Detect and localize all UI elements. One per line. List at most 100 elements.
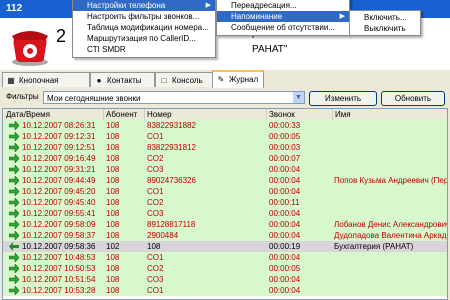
table-row[interactable]: 10.12.2007 10:48:53 108 CO1 00:00:04 <box>3 252 447 263</box>
cell-duration: 00:00:11 <box>269 198 300 207</box>
cell-duration: 00:00:03 <box>269 143 301 152</box>
tab-keypad-console[interactable]: ▦ Кнопочная консоль <box>2 72 90 100</box>
chevron-down-icon[interactable]: ▼ <box>293 92 304 103</box>
cell-number: 2900484 <box>147 231 179 240</box>
column-name[interactable]: Имя <box>333 109 447 120</box>
cell-number: CO2 <box>147 198 164 207</box>
table-row[interactable]: 10.12.2007 09:16:49 108 CO2 00:00:07 <box>3 153 447 164</box>
column-datetime[interactable]: Дата/Время <box>3 109 104 120</box>
outgoing-call-icon <box>9 286 19 295</box>
cell-duration: 00:00:04 <box>269 220 301 229</box>
table-row[interactable]: 10.12.2007 09:12:51 108 83822931812 00:00:0… <box>3 142 447 153</box>
journal-icon: ✎ <box>217 75 225 84</box>
column-subscriber[interactable]: Абонент <box>104 109 145 120</box>
settings-menu: Настройки телефона ▶ Настроить фильтры зво… <box>72 0 216 58</box>
change-filter-button[interactable]: Изменить <box>309 91 377 106</box>
outgoing-call-icon <box>9 132 19 141</box>
cell-subscriber: 108 <box>106 187 120 196</box>
outgoing-call-icon <box>9 253 19 262</box>
tab-journal[interactable]: ✎ Журнал <box>212 70 264 88</box>
table-row[interactable]: 10.12.2007 09:58:36 102 108 00:00:19 Бухгалт… <box>3 241 447 252</box>
menu-item-label: Таблица модификации номера... <box>87 23 209 32</box>
cell-duration: 00:00:05 <box>269 132 301 141</box>
cell-subscriber: 108 <box>106 121 120 130</box>
outgoing-call-icon <box>9 220 19 229</box>
menu-item-label: CTI SMDR <box>87 45 126 54</box>
cell-number: 89128817118 <box>147 220 196 229</box>
outgoing-call-icon <box>9 275 19 284</box>
tab-label: Журнал <box>229 75 259 84</box>
cell-subscriber: 102 <box>106 242 120 251</box>
column-call[interactable]: Звонок <box>267 109 333 120</box>
cell-datetime: 10.12.2007 09:58:37 <box>22 231 96 240</box>
tab-console[interactable]: □ Консоль <box>155 72 213 87</box>
table-row[interactable]: 10.12.2007 09:45:40 108 CO2 00:00:11 <box>3 197 447 208</box>
cell-name: Бухгалтерия (РАНАТ) <box>334 242 414 251</box>
cell-name <box>334 197 447 208</box>
cell-datetime: 10.12.2007 09:45:40 <box>22 198 96 207</box>
menu-item[interactable]: Переадресация... <box>217 0 349 11</box>
cell-datetime: 10.12.2007 10:51:54 <box>22 275 96 284</box>
cell-subscriber: 108 <box>106 176 120 185</box>
cell-duration: 00:00:19 <box>269 242 301 251</box>
outgoing-call-icon <box>9 165 19 174</box>
table-row[interactable]: 10.12.2007 09:55:41 108 CO3 00:00:04 <box>3 208 447 219</box>
cell-duration: 00:00:04 <box>269 231 301 240</box>
menu-item[interactable]: CTI SMDR <box>73 44 215 55</box>
menu-item[interactable]: Сообщение об отсутствии... <box>217 22 349 33</box>
table-row[interactable]: 10.12.2007 09:58:09 108 89128817118 00:00:0… <box>3 219 447 230</box>
table-row[interactable]: 10.12.2007 09:58:37 108 2900484 00:00:04 Дуд… <box>3 230 447 241</box>
cell-number: 89024736326 <box>147 176 196 185</box>
menu-item-label: Маршрутизация по CallerID... <box>87 34 196 43</box>
outgoing-call-icon <box>9 187 19 196</box>
cell-subscriber: 108 <box>106 220 120 229</box>
cell-number: CO2 <box>147 264 164 273</box>
table-row[interactable]: 10.12.2007 09:45:20 108 CO1 00:00:04 <box>3 186 447 197</box>
call-log-table: Дата/Время Абонент Номер Звонок Имя 10.1… <box>2 108 448 300</box>
cell-number: CO1 <box>147 132 164 141</box>
menu-item[interactable]: Маршрутизация по CallerID... <box>73 33 215 44</box>
contacts-icon: ● <box>96 76 102 85</box>
menu-item[interactable]: Настроить фильтры звонков... <box>73 11 215 22</box>
cell-name <box>334 252 447 263</box>
menu-item-label: Выключить <box>364 24 406 33</box>
filter-value: Мои сегодняшние звонки <box>47 94 141 103</box>
table-row[interactable]: 10.12.2007 10:53:28 108 CO1 00:00:04 <box>3 285 447 296</box>
menu-item[interactable]: Выключить <box>350 23 420 34</box>
cell-duration: 00:00:04 <box>269 176 301 185</box>
cell-datetime: 10.12.2007 09:16:49 <box>22 154 96 163</box>
menu-item[interactable]: Настройки телефона ▶ <box>73 0 215 11</box>
cell-number: CO3 <box>147 275 164 284</box>
cell-datetime: 10.12.2007 10:53:28 <box>22 286 96 295</box>
menu-item-label: Сообщение об отсутствии... <box>231 23 335 32</box>
cell-subscriber: 108 <box>106 209 120 218</box>
cell-name <box>334 208 447 219</box>
menu-item[interactable]: Таблица модификации номера... <box>73 22 215 33</box>
table-row[interactable]: 10.12.2007 09:12:31 108 CO1 00:00:05 <box>3 131 447 142</box>
cell-name <box>334 120 447 131</box>
cell-subscriber: 108 <box>106 231 120 240</box>
tab-contacts[interactable]: ● Контакты <box>90 72 155 87</box>
filter-dropdown[interactable]: Мои сегодняшние звонки ▼ <box>43 91 305 104</box>
table-row[interactable]: 10.12.2007 08:26:31 108 83822931882 00:00:3… <box>3 120 447 131</box>
column-number[interactable]: Номер <box>145 109 267 120</box>
cell-number: 83822931812 <box>147 143 196 152</box>
tab-bar: ▦ Кнопочная консоль ● Контакты □ Консоль… <box>0 70 450 100</box>
cell-datetime: 10.12.2007 08:26:31 <box>22 121 96 130</box>
menu-item-label: Настроить фильтры звонков... <box>87 12 200 21</box>
cell-number: CO3 <box>147 165 164 174</box>
menu-item[interactable]: Напоминание ▶ <box>217 11 349 22</box>
reminder-submenu: Включить... Выключить <box>349 10 421 36</box>
outgoing-call-icon <box>9 176 19 185</box>
cell-duration: 00:00:04 <box>269 286 301 295</box>
table-row[interactable]: 10.12.2007 10:50:53 108 CO2 00:00:05 <box>3 263 447 274</box>
table-row[interactable]: 10.12.2007 09:31:21 108 CO3 00:00:04 <box>3 164 447 175</box>
table-row[interactable]: 10.12.2007 09:44:49 108 89024736326 00:00:0… <box>3 175 447 186</box>
outgoing-call-icon <box>9 198 19 207</box>
cell-number: CO1 <box>147 187 164 196</box>
table-row[interactable]: 10.12.2007 10:51:54 108 CO3 00:00:04 <box>3 274 447 285</box>
menu-item[interactable]: Включить... <box>350 12 420 23</box>
refresh-button[interactable]: Обновить <box>381 91 445 106</box>
cell-number: 83822931882 <box>147 121 196 130</box>
outgoing-call-icon <box>9 143 19 152</box>
